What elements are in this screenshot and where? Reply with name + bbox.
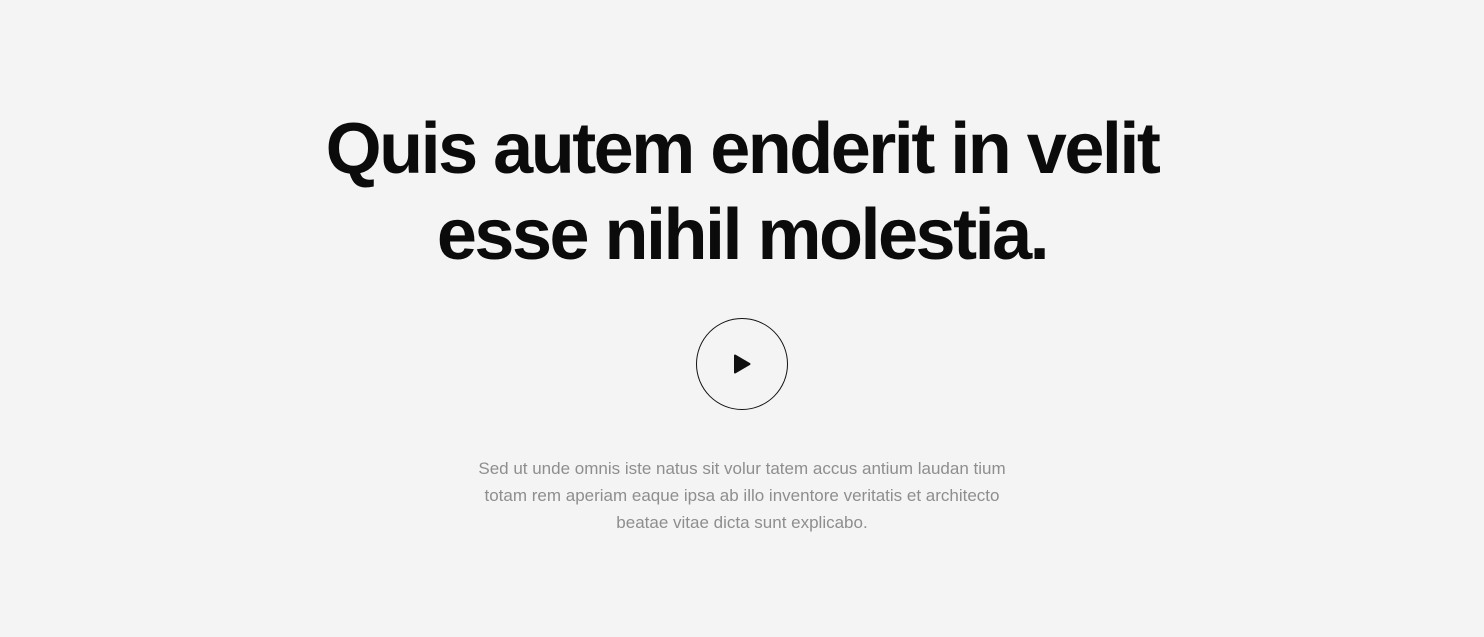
- hero-description: Sed ut unde omnis iste natus sit volur t…: [452, 455, 1032, 536]
- play-video-button[interactable]: [696, 318, 788, 410]
- hero-title-line-2: esse nihil molestia.: [436, 195, 1050, 275]
- hero-section: Quis autem enderit in velit esse nihil m…: [0, 0, 1484, 637]
- hero-description-line-3: beatae vitae dicta sunt explicabo.: [616, 513, 868, 532]
- hero-description-line-2: totam rem aperiam eaque ipsa ab illo inv…: [484, 486, 1000, 505]
- hero-description-line-1: Sed ut unde omnis iste natus sit volur t…: [478, 459, 1006, 478]
- play-icon: [734, 354, 751, 374]
- hero-title-line-1: Quis autem enderit in velit: [325, 109, 1161, 189]
- hero-title: Quis autem enderit in velit esse nihil m…: [292, 106, 1192, 278]
